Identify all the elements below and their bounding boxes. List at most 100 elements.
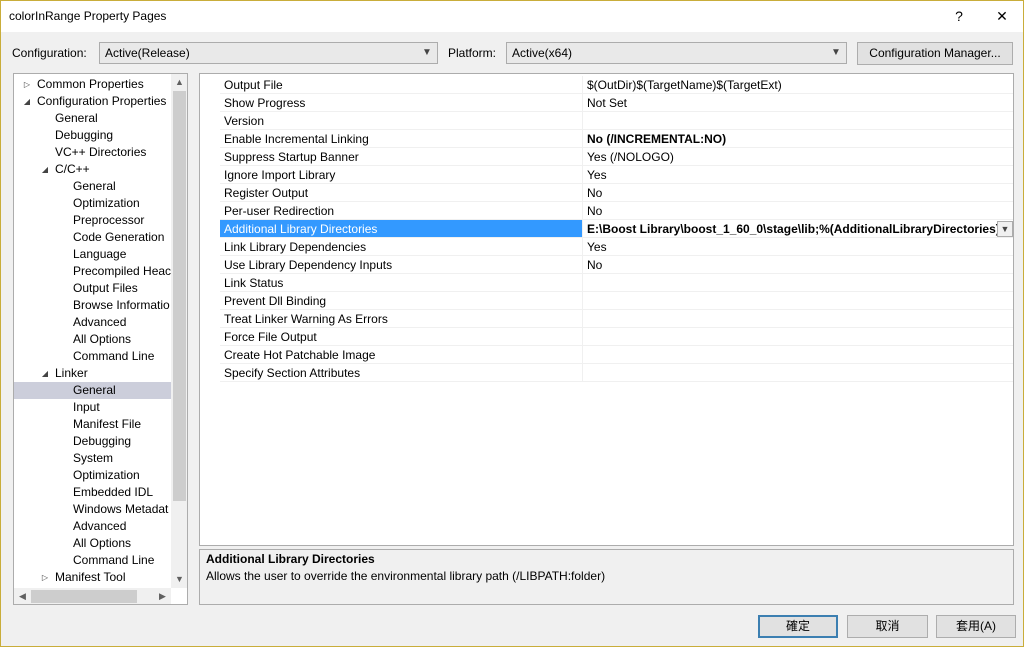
property-value[interactable] — [583, 292, 1013, 310]
close-button[interactable]: ✕ — [982, 1, 1022, 31]
property-row[interactable]: Treat Linker Warning As Errors — [200, 310, 1013, 328]
tree-item[interactable]: System — [14, 450, 171, 467]
property-value[interactable]: No — [583, 184, 1013, 202]
tree-item[interactable]: General — [14, 178, 171, 195]
property-row[interactable]: Suppress Startup Banner Yes (/NOLOGO) — [200, 148, 1013, 166]
property-value[interactable] — [583, 274, 1013, 292]
tree-item[interactable]: Embedded IDL — [14, 484, 171, 501]
property-name[interactable]: Per-user Redirection — [220, 202, 583, 220]
property-name[interactable]: Prevent Dll Binding — [220, 292, 583, 310]
tree-item[interactable]: Input — [14, 399, 171, 416]
property-name[interactable]: Specify Section Attributes — [220, 364, 583, 382]
tree-item[interactable]: All Options — [14, 331, 171, 348]
expand-arrow-icon[interactable]: ▷ — [22, 76, 32, 93]
tree-item[interactable]: Advanced — [14, 314, 171, 331]
scroll-up-icon[interactable]: ▲ — [171, 74, 187, 91]
property-row[interactable]: Link Status — [200, 274, 1013, 292]
collapse-arrow-icon[interactable]: ◢ — [22, 93, 32, 110]
tree-item[interactable]: Windows Metadat — [14, 501, 171, 518]
chevron-down-icon[interactable]: ▼ — [997, 221, 1013, 237]
property-row[interactable]: Version — [200, 112, 1013, 130]
property-row[interactable]: Use Library Dependency Inputs No — [200, 256, 1013, 274]
configuration-dropdown[interactable]: Active(Release) ▼ — [99, 42, 438, 64]
collapse-arrow-icon[interactable]: ◢ — [40, 161, 50, 178]
property-value[interactable]: Yes — [583, 238, 1013, 256]
cancel-button[interactable]: 取消 — [847, 615, 928, 638]
tree-item[interactable]: Optimization — [14, 195, 171, 212]
property-name[interactable]: Ignore Import Library — [220, 166, 583, 184]
property-name[interactable]: Enable Incremental Linking — [220, 130, 583, 148]
tree-item[interactable]: All Options — [14, 535, 171, 552]
property-value[interactable]: No — [583, 202, 1013, 220]
scroll-left-icon[interactable]: ◀ — [14, 588, 31, 604]
scroll-thumb[interactable] — [31, 590, 137, 603]
ok-button[interactable]: 確定 — [758, 615, 838, 638]
property-row[interactable]: Create Hot Patchable Image — [200, 346, 1013, 364]
tree-item[interactable]: Advanced — [14, 518, 171, 535]
tree-item[interactable]: General — [14, 110, 171, 127]
property-row[interactable]: Specify Section Attributes — [200, 364, 1013, 382]
tree-item[interactable]: ◢ C/C++ — [14, 161, 171, 178]
property-name[interactable]: Use Library Dependency Inputs — [220, 256, 583, 274]
property-value[interactable] — [583, 346, 1013, 364]
property-row[interactable]: Show Progress Not Set — [200, 94, 1013, 112]
property-value[interactable]: $(OutDir)$(TargetName)$(TargetExt) — [583, 76, 1013, 94]
tree-item[interactable]: Code Generation — [14, 229, 171, 246]
tree-item[interactable]: Output Files — [14, 280, 171, 297]
property-name[interactable]: Suppress Startup Banner — [220, 148, 583, 166]
collapse-arrow-icon[interactable]: ◢ — [40, 365, 50, 382]
help-button[interactable]: ? — [939, 1, 979, 31]
scroll-thumb[interactable] — [173, 91, 186, 501]
tree-item[interactable]: Browse Informatio — [14, 297, 171, 314]
property-name[interactable]: Show Progress — [220, 94, 583, 112]
property-value[interactable]: No — [583, 256, 1013, 274]
tree-item[interactable]: Command Line — [14, 552, 171, 569]
configuration-manager-button[interactable]: Configuration Manager... — [857, 42, 1013, 65]
tree-item[interactable]: ▷ Common Properties — [14, 76, 171, 93]
scroll-right-icon[interactable]: ▶ — [154, 588, 171, 604]
property-value[interactable]: Yes — [583, 166, 1013, 184]
property-name[interactable]: Link Status — [220, 274, 583, 292]
property-name[interactable]: Force File Output — [220, 328, 583, 346]
property-name[interactable]: Treat Linker Warning As Errors — [220, 310, 583, 328]
tree-item[interactable]: ◢ Linker — [14, 365, 171, 382]
tree-item[interactable]: Precompiled Heac — [14, 263, 171, 280]
property-value[interactable] — [583, 310, 1013, 328]
tree-horizontal-scrollbar[interactable]: ◀ ▶ — [14, 588, 171, 604]
apply-button[interactable]: 套用(A) — [936, 615, 1016, 638]
property-name[interactable]: Output File — [220, 76, 583, 94]
platform-dropdown[interactable]: Active(x64) ▼ — [506, 42, 847, 64]
property-row[interactable]: Register Output No — [200, 184, 1013, 202]
property-row[interactable]: Prevent Dll Binding — [200, 292, 1013, 310]
tree-item[interactable]: VC++ Directories — [14, 144, 171, 161]
property-name[interactable]: Version — [220, 112, 583, 130]
tree-item[interactable]: Debugging — [14, 433, 171, 450]
tree-item[interactable]: Manifest File — [14, 416, 171, 433]
property-value[interactable]: E:\Boost Library\boost_1_60_0\stage\lib;… — [583, 220, 1013, 238]
property-row[interactable]: Per-user Redirection No — [200, 202, 1013, 220]
tree-item[interactable]: Optimization — [14, 467, 171, 484]
property-value[interactable] — [583, 112, 1013, 130]
tree-item[interactable]: Debugging — [14, 127, 171, 144]
property-row[interactable]: Output File $(OutDir)$(TargetName)$(Targe… — [200, 76, 1013, 94]
property-row[interactable]: Force File Output — [200, 328, 1013, 346]
property-name[interactable]: Additional Library Directories — [220, 220, 583, 238]
scroll-down-icon[interactable]: ▼ — [171, 571, 187, 588]
property-value[interactable]: Not Set — [583, 94, 1013, 112]
property-value[interactable] — [583, 328, 1013, 346]
property-name[interactable]: Register Output — [220, 184, 583, 202]
tree-item[interactable]: Language — [14, 246, 171, 263]
property-value[interactable] — [583, 364, 1013, 382]
property-row[interactable]: Additional Library Directories E:\Boost L… — [200, 220, 1013, 238]
property-row[interactable]: Ignore Import Library Yes — [200, 166, 1013, 184]
tree-item[interactable]: General — [14, 382, 171, 399]
tree-item[interactable]: ◢ Configuration Properties — [14, 93, 171, 110]
property-name[interactable]: Create Hot Patchable Image — [220, 346, 583, 364]
property-value[interactable]: Yes (/NOLOGO) — [583, 148, 1013, 166]
property-name[interactable]: Link Library Dependencies — [220, 238, 583, 256]
property-row[interactable]: Enable Incremental Linking No (/INCREMENT… — [200, 130, 1013, 148]
tree-item[interactable]: Command Line — [14, 348, 171, 365]
tree-item[interactable]: Preprocessor — [14, 212, 171, 229]
tree-vertical-scrollbar[interactable]: ▲ ▼ — [171, 74, 187, 588]
tree-item[interactable]: ▷ Manifest Tool — [14, 569, 171, 586]
